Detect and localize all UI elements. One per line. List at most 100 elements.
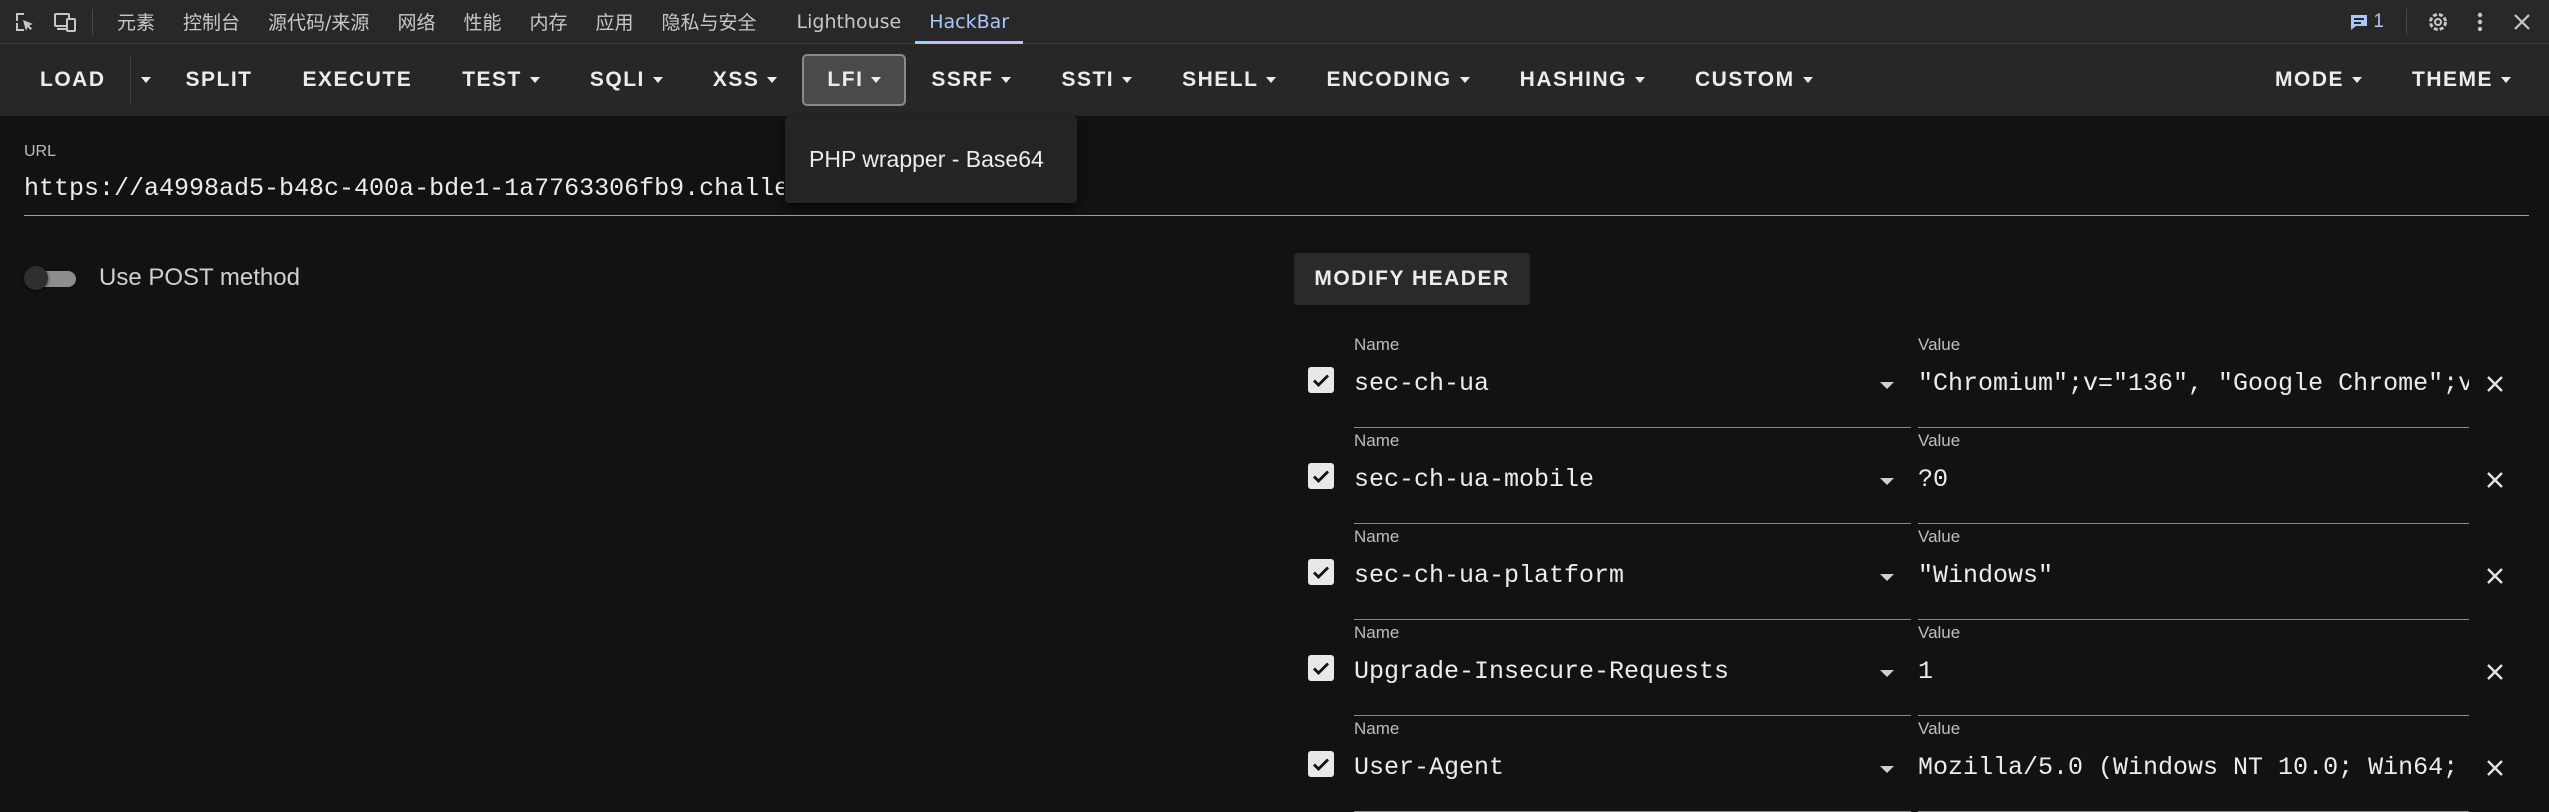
device-toolbar-icon[interactable]	[50, 7, 80, 37]
delete-header-icon[interactable]	[2484, 661, 2506, 683]
ssti-menu-label: SSTI	[1061, 68, 1115, 91]
dropdown-arrow-icon[interactable]	[1880, 478, 1894, 485]
header-enabled-checkbox[interactable]	[1308, 655, 1334, 681]
tab-memory[interactable]: 内存	[515, 0, 581, 44]
dropdown-arrow-icon[interactable]	[1880, 766, 1894, 773]
header-enabled-checkbox[interactable]	[1308, 367, 1334, 393]
caret-down-icon	[2501, 77, 2511, 83]
header-name-field[interactable]: sec-ch-ua	[1354, 369, 1864, 398]
delete-header-icon[interactable]	[2484, 373, 2506, 395]
lfi-menu-label: LFI	[827, 68, 864, 91]
load-button[interactable]: LOAD	[0, 54, 130, 106]
header-value-field[interactable]: ?0	[1918, 465, 2469, 494]
ssti-menu-button[interactable]: SSTI	[1036, 54, 1157, 106]
header-row-3: Name sec-ch-ua-platform Value "Windows"	[1306, 523, 2526, 620]
tab-hackbar[interactable]: HackBar	[915, 0, 1024, 44]
post-method-toggle[interactable]	[24, 266, 80, 290]
caret-down-icon	[871, 77, 882, 83]
dropdown-arrow-icon[interactable]	[1880, 574, 1894, 581]
dropdown-arrow-icon[interactable]	[1880, 670, 1894, 677]
header-name-field[interactable]: User-Agent	[1354, 753, 1864, 782]
theme-menu-button[interactable]: THEME	[2387, 54, 2549, 106]
caret-down-icon	[652, 77, 663, 83]
header-name-label: Name	[1354, 719, 1400, 738]
settings-icon[interactable]	[2423, 7, 2453, 37]
checkmark-icon	[1313, 662, 1329, 675]
header-name-label: Name	[1354, 527, 1400, 546]
caret-down-icon	[2352, 77, 2362, 83]
ssrf-menu-button[interactable]: SSRF	[906, 54, 1036, 106]
execute-button[interactable]: EXECUTE	[278, 54, 438, 106]
checkmark-icon	[1313, 374, 1329, 387]
xss-menu-label: XSS	[712, 68, 760, 91]
checkmark-icon	[1313, 470, 1329, 483]
header-name-field[interactable]: Upgrade-Insecure-Requests	[1354, 657, 1864, 686]
test-menu-button[interactable]: TEST	[437, 54, 565, 106]
theme-menu-label: THEME	[2412, 68, 2493, 91]
header-value-label: Value	[1918, 719, 1961, 738]
inspect-element-icon[interactable]	[10, 7, 40, 37]
tab-elements[interactable]: 元素	[103, 0, 169, 44]
header-value-label: Value	[1918, 431, 1961, 450]
header-name-label: Name	[1354, 335, 1400, 354]
header-row-4: Name Upgrade-Insecure-Requests Value 1	[1306, 619, 2526, 716]
header-value-label: Value	[1918, 623, 1961, 642]
post-method-label: Use POST method	[99, 264, 300, 291]
tab-lighthouse[interactable]: Lighthouse	[783, 0, 916, 44]
shell-menu-button[interactable]: SHELL	[1157, 54, 1301, 106]
hashing-menu-label: HASHING	[1519, 68, 1627, 91]
caret-down-icon	[1459, 77, 1470, 83]
xss-menu-button[interactable]: XSS	[688, 54, 803, 106]
load-options-button[interactable]	[129, 54, 161, 106]
header-name-label: Name	[1354, 623, 1400, 642]
toolbar-divider	[92, 8, 93, 35]
encoding-menu-label: ENCODING	[1326, 68, 1452, 91]
header-name-field[interactable]: sec-ch-ua-platform	[1354, 561, 1864, 590]
custom-menu-label: CUSTOM	[1695, 68, 1795, 91]
more-options-icon[interactable]	[2465, 7, 2495, 37]
encoding-menu-button[interactable]: ENCODING	[1301, 54, 1494, 106]
menu-item-php-wrapper-base64[interactable]: PHP wrapper - Base64	[809, 146, 1044, 173]
header-name-field[interactable]: sec-ch-ua-mobile	[1354, 465, 1864, 494]
tab-network[interactable]: 网络	[383, 0, 449, 44]
delete-header-icon[interactable]	[2484, 469, 2506, 491]
header-enabled-checkbox[interactable]	[1308, 463, 1334, 489]
tab-application[interactable]: 应用	[581, 0, 647, 44]
url-input[interactable]: https://a4998ad5-b48c-400a-bde1-1a776330…	[24, 174, 784, 203]
caret-down-icon	[1266, 77, 1277, 83]
tab-console[interactable]: 控制台	[169, 0, 254, 44]
hackbar-toolbar: LOAD SPLIT EXECUTE TEST SQLI XSS LFI SSR…	[0, 44, 2549, 116]
issues-badge[interactable]: 1	[2349, 11, 2384, 33]
close-icon[interactable]	[2507, 7, 2537, 37]
modify-header-button[interactable]: MODIFY HEADER	[1294, 253, 1530, 305]
header-value-field[interactable]: 1	[1918, 657, 2469, 686]
header-enabled-checkbox[interactable]	[1308, 559, 1334, 585]
caret-down-icon	[140, 77, 151, 83]
tab-privacy-security[interactable]: 隐私与安全	[648, 0, 771, 44]
url-underline	[24, 215, 2529, 216]
caret-down-icon	[1635, 77, 1645, 83]
tab-sources[interactable]: 源代码/来源	[254, 0, 383, 44]
header-value-field[interactable]: Mozilla/5.0 (Windows NT 10.0; Win64; x64…	[1918, 753, 2469, 782]
header-value-field[interactable]: "Chromium";v="136", "Google Chrome";v="1…	[1918, 369, 2469, 398]
ssrf-menu-label: SSRF	[931, 68, 994, 91]
checkmark-icon	[1313, 566, 1329, 579]
header-enabled-checkbox[interactable]	[1308, 751, 1334, 777]
caret-down-icon	[529, 77, 540, 83]
checkmark-icon	[1313, 758, 1329, 771]
custom-menu-button[interactable]: CUSTOM	[1670, 54, 1838, 106]
header-value-label: Value	[1918, 527, 1961, 546]
sqli-menu-button[interactable]: SQLI	[565, 54, 688, 106]
header-value-field[interactable]: "Windows"	[1918, 561, 2469, 590]
mode-menu-button[interactable]: MODE	[2250, 54, 2387, 106]
issues-icon	[2351, 15, 2368, 30]
sqli-menu-label: SQLI	[589, 68, 645, 91]
dropdown-arrow-icon[interactable]	[1880, 382, 1894, 389]
lfi-menu-button[interactable]: LFI	[802, 54, 907, 106]
tab-performance[interactable]: 性能	[449, 0, 515, 44]
split-button[interactable]: SPLIT	[161, 54, 278, 106]
hashing-menu-button[interactable]: HASHING	[1495, 54, 1670, 106]
delete-header-icon[interactable]	[2484, 565, 2506, 587]
delete-header-icon[interactable]	[2484, 757, 2506, 779]
caret-down-icon	[1802, 77, 1813, 83]
